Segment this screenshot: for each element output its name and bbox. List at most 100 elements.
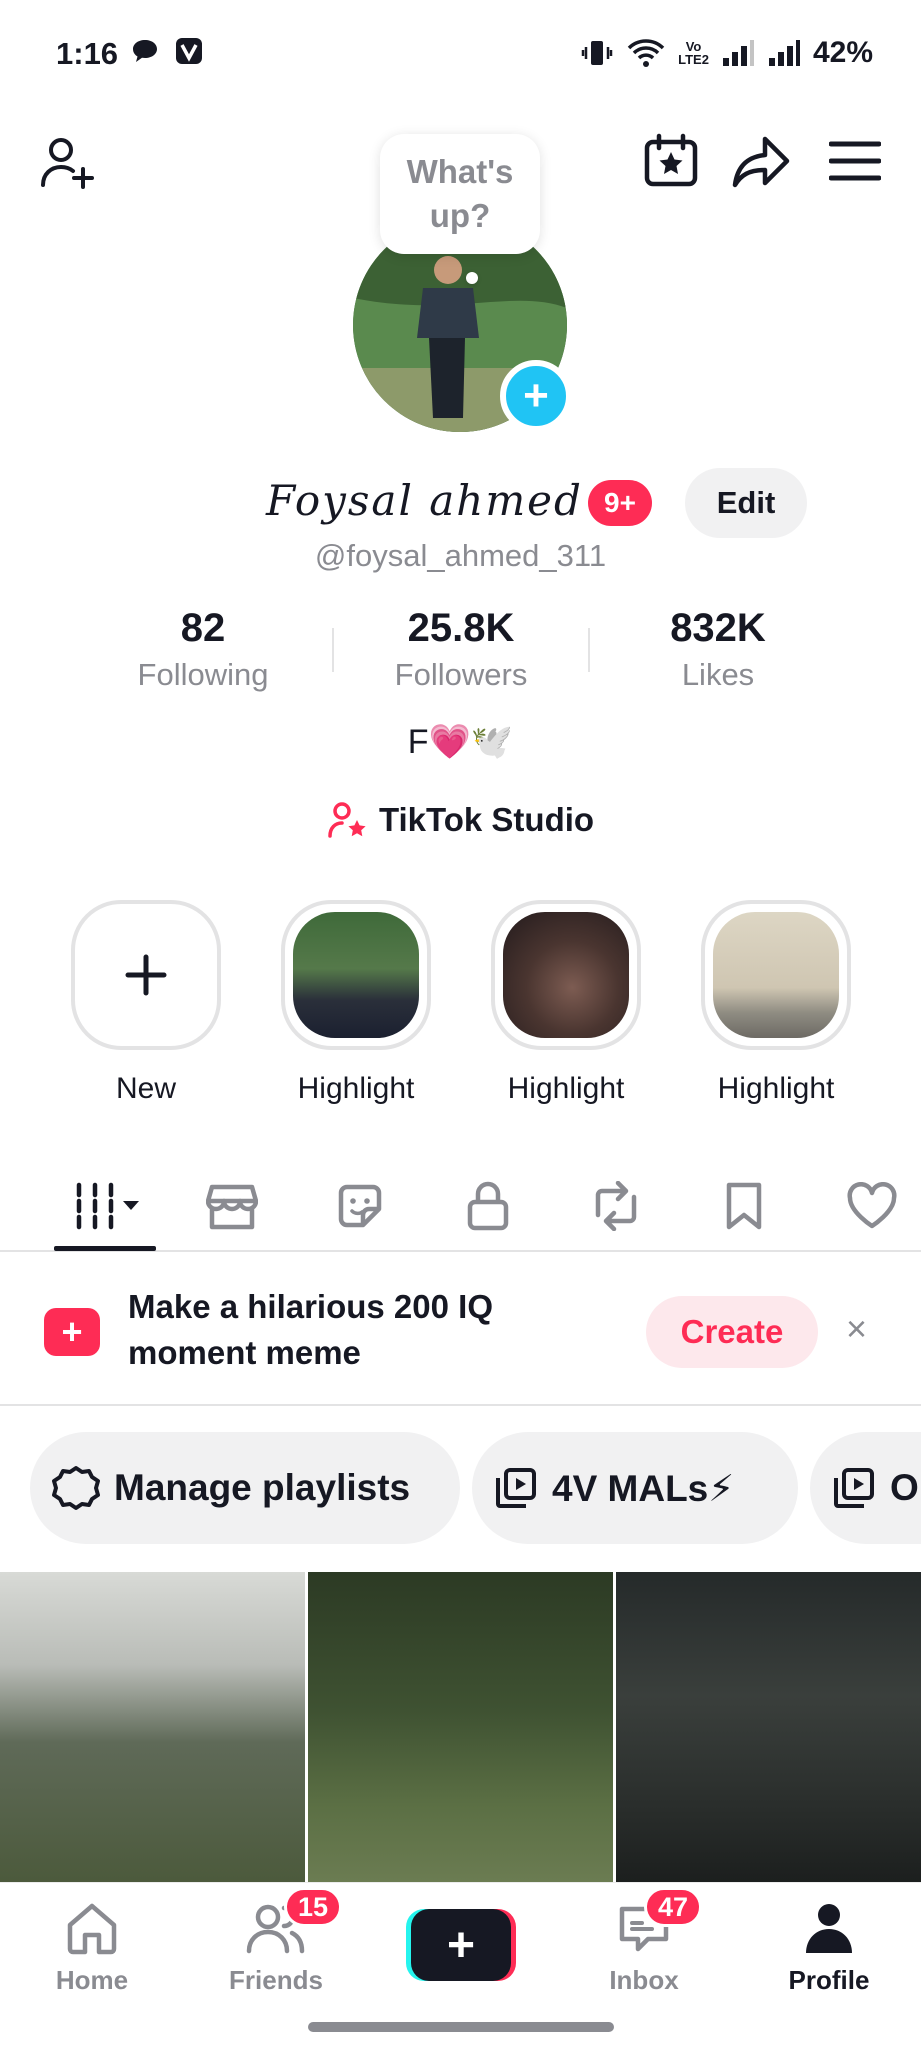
friends-count-badge: 15 (284, 1887, 342, 1927)
highlight-thumbnail (713, 912, 839, 1038)
stat-value: 832K (670, 606, 766, 650)
signal-icon-1 (722, 40, 754, 66)
add-friend-button[interactable] (32, 128, 102, 198)
chip-label: 4V MALs⚡ (552, 1467, 735, 1509)
plus-icon (125, 954, 167, 996)
studio-label: TikTok Studio (378, 801, 595, 838)
nav-inbox[interactable]: 47 Inbox (552, 1887, 736, 1996)
notification-badge[interactable]: 9+ (588, 480, 652, 526)
nav-inbox-icon-wrap: 47 (552, 1887, 736, 1959)
share-icon (732, 136, 790, 188)
heart-icon (847, 1182, 897, 1229)
stat-followers[interactable]: 25.8K Followers (341, 606, 581, 693)
menu-button[interactable] (820, 126, 890, 196)
tab-stickers[interactable] (320, 1170, 400, 1242)
highlight-ring (701, 900, 851, 1050)
highlight-label: Highlight (507, 1072, 625, 1105)
vibrate-icon (581, 41, 613, 65)
inbox-count-badge: 47 (644, 1887, 702, 1927)
nav-friends[interactable]: 15 Friends (184, 1887, 368, 1996)
add-user-icon (41, 138, 94, 189)
status-bar: 1:16 Vo LTE2 42% (0, 0, 921, 108)
playlist-chips: Manage playlists 4V MALs⚡ O (0, 1432, 921, 1544)
video-thumbnail[interactable] (0, 1572, 305, 1882)
nav-home-icon-wrap (0, 1897, 184, 1959)
manage-playlists-chip[interactable]: Manage playlists (30, 1432, 460, 1544)
tab-liked[interactable] (832, 1170, 912, 1242)
meme-promo-banner: + Make a hilarious 200 IQ moment meme Cr… (0, 1254, 921, 1406)
create-plus-icon: + (44, 1308, 100, 1356)
profile-icon (806, 1904, 852, 1953)
stat-divider (588, 628, 590, 672)
create-video-button[interactable]: + (406, 1909, 516, 1981)
nav-profile[interactable]: Profile (737, 1897, 921, 1996)
share-profile-button[interactable] (726, 126, 796, 196)
nav-friends-icon-wrap: 15 (184, 1887, 368, 1959)
shop-icon (206, 1184, 258, 1230)
add-story-button[interactable]: + (500, 360, 572, 432)
highlight-new[interactable]: New (66, 900, 226, 1106)
promo-text: Make a hilarious 200 IQ moment meme (128, 1288, 493, 1371)
playlist-icon (834, 1468, 874, 1508)
create-button[interactable]: Create (646, 1296, 818, 1368)
stat-label: Likes (681, 657, 755, 692)
highlight-label: New (115, 1072, 176, 1105)
sticker-icon (338, 1184, 382, 1228)
edit-profile-button[interactable]: Edit (685, 468, 807, 538)
video-grid (0, 1572, 921, 1882)
signal-icon-2 (768, 40, 800, 66)
playlist-chip[interactable]: 4V MALs⚡ (472, 1432, 798, 1544)
stat-following[interactable]: 82 Following (83, 606, 323, 693)
highlight-ring (71, 900, 221, 1050)
status-time: 1:16 (56, 36, 119, 71)
bubble-tail-dot (466, 272, 478, 284)
wifi-icon (627, 39, 665, 67)
battery-percent: 42% (812, 36, 873, 69)
name-row: Foysal ahmed 9+ Edit (0, 468, 921, 538)
nav-home[interactable]: Home (0, 1897, 184, 1996)
profile-bio: F💗🕊️ (407, 723, 514, 761)
nav-label: Home (55, 1965, 129, 1995)
tab-videos[interactable] (66, 1170, 156, 1242)
home-icon (67, 1903, 117, 1955)
tab-saved[interactable] (704, 1170, 784, 1242)
nav-label: Profile (788, 1965, 870, 1995)
stat-label: Followers (394, 657, 528, 692)
highlight-label: Highlight (297, 1072, 415, 1105)
tab-shop[interactable] (192, 1170, 272, 1242)
tab-reposts[interactable] (576, 1170, 656, 1242)
tiktok-studio-link[interactable]: TikTok Studio (0, 800, 921, 840)
nav-label: Inbox (609, 1965, 679, 1995)
highlight-thumbnail (503, 912, 629, 1038)
close-icon[interactable]: × (846, 1308, 867, 1350)
repost-icon (595, 1181, 637, 1231)
tab-private[interactable] (448, 1170, 528, 1242)
home-indicator[interactable] (308, 2022, 614, 2032)
chat-notification-icon (133, 40, 157, 62)
studio-user-star-icon (328, 802, 366, 838)
highlight-item[interactable]: Highlight (486, 900, 646, 1106)
highlight-label: Highlight (717, 1072, 835, 1105)
stat-value: 25.8K (407, 606, 515, 650)
video-thumbnail[interactable] (616, 1572, 921, 1882)
stat-divider (332, 628, 334, 672)
status-bubble[interactable]: What's up? (380, 134, 540, 254)
status-left-icons (130, 36, 204, 66)
app-notification-icon (176, 38, 202, 64)
status-right: Vo LTE2 42% (580, 36, 873, 70)
hamburger-icon (829, 141, 881, 181)
playlist-chip[interactable]: O (810, 1432, 921, 1544)
stat-value: 82 (180, 606, 226, 650)
stat-likes[interactable]: 832K Likes (598, 606, 838, 693)
highlight-item[interactable]: Highlight (696, 900, 856, 1106)
calendar-button[interactable] (636, 126, 706, 196)
video-thumbnail[interactable] (308, 1572, 613, 1882)
story-highlights: New Highlight Highlight Highlight (0, 900, 921, 1120)
videos-grid-icon (76, 1182, 139, 1230)
chip-label: Manage playlists (114, 1467, 411, 1508)
highlight-item[interactable]: Highlight (276, 900, 436, 1106)
create-plus-icon: + (411, 1909, 511, 1981)
playlist-icon (496, 1468, 536, 1508)
profile-stats: 82 Following 25.8K Followers 832K Likes (0, 606, 921, 696)
active-tab-indicator (54, 1246, 156, 1251)
